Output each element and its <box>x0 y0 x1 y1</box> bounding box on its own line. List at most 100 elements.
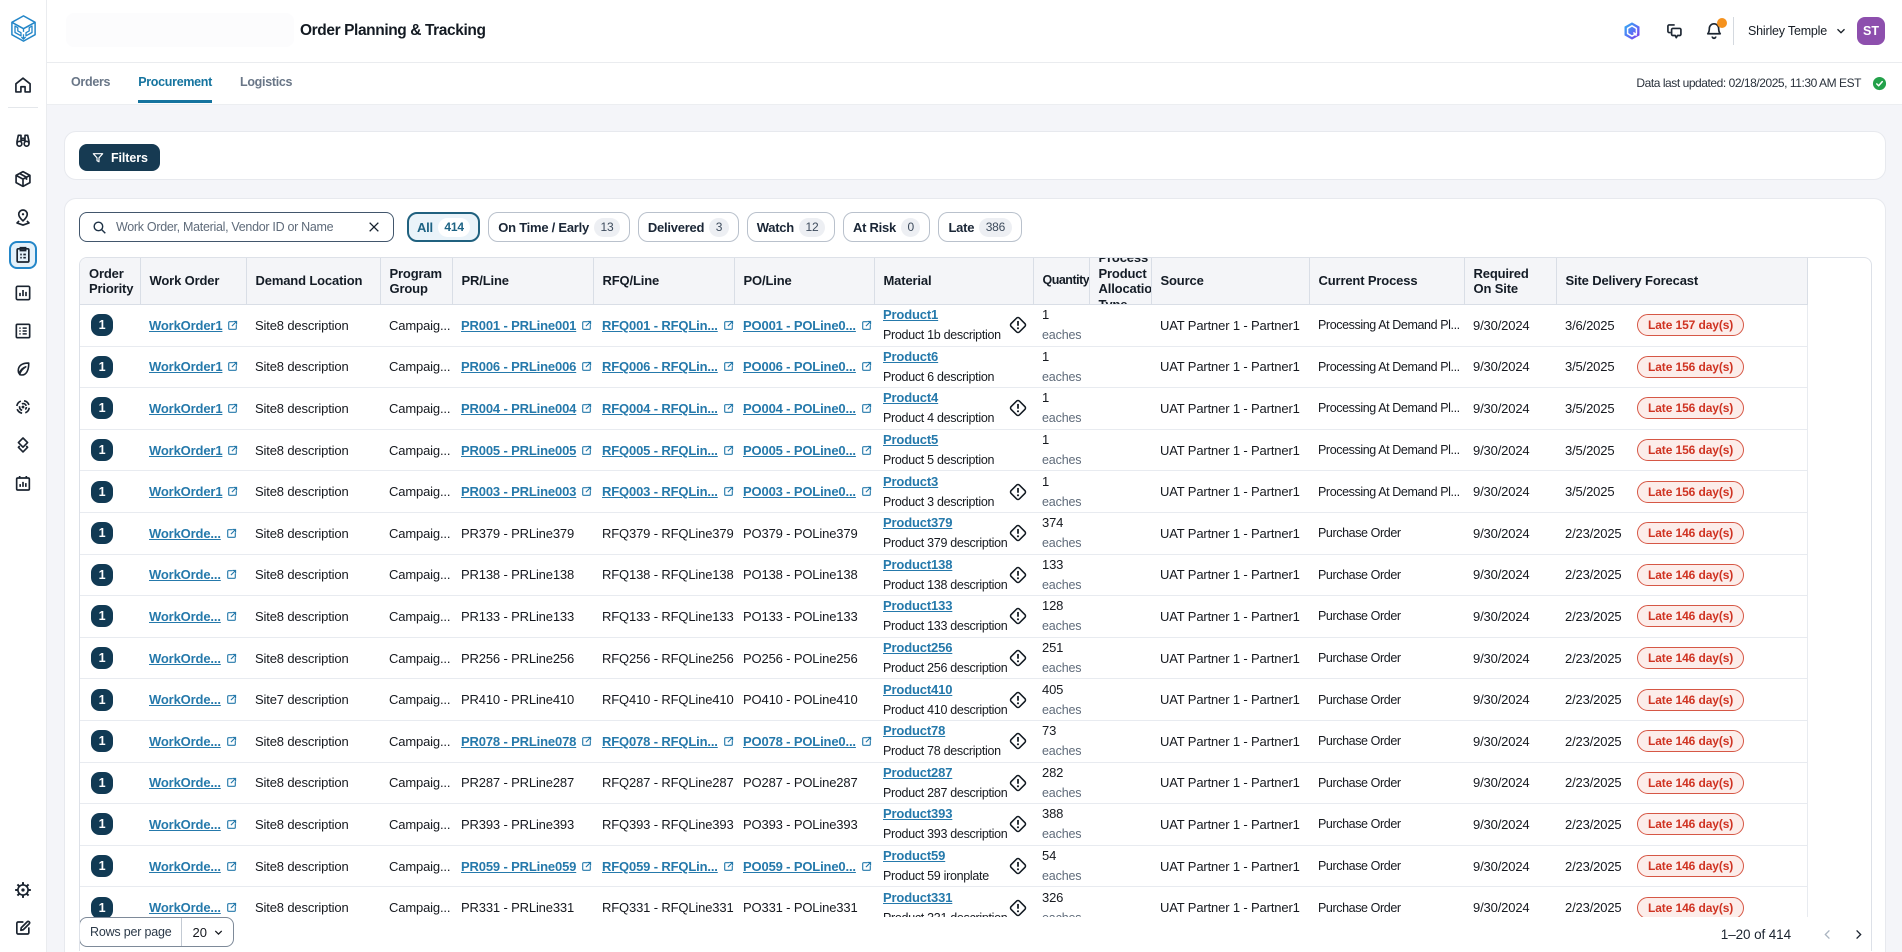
external-link-icon[interactable] <box>580 860 593 873</box>
external-link-icon[interactable] <box>225 527 238 540</box>
external-link-icon[interactable] <box>225 818 238 831</box>
alert-diamond-icon[interactable] <box>1007 689 1029 711</box>
material-link[interactable]: Product256 <box>883 640 952 655</box>
tab-logistics[interactable]: Logistics <box>240 63 292 103</box>
external-link-icon[interactable] <box>225 776 238 789</box>
pr-line-link[interactable]: PR059 - PRLine059 <box>461 859 576 874</box>
sidebar-item-analytics[interactable] <box>9 279 37 307</box>
po-line-link[interactable]: PO059 - POLine0... <box>743 859 856 874</box>
external-link-icon[interactable] <box>860 402 873 415</box>
external-link-icon[interactable] <box>580 319 593 332</box>
material-link[interactable]: Product5 <box>883 432 938 447</box>
external-link-icon[interactable] <box>722 485 734 498</box>
external-link-icon[interactable] <box>225 610 238 623</box>
po-line-link[interactable]: PO005 - POLine0... <box>743 443 856 458</box>
filter-chip-watch[interactable]: Watch12 <box>747 212 835 242</box>
sidebar-item-order-planning[interactable] <box>9 241 37 269</box>
external-link-icon[interactable] <box>225 860 238 873</box>
external-link-icon[interactable] <box>580 360 593 373</box>
external-link-icon[interactable] <box>722 319 734 332</box>
po-line-link[interactable]: PO004 - POLine0... <box>743 401 856 416</box>
bell-icon[interactable] <box>1704 21 1724 41</box>
sidebar-item-supply[interactable] <box>9 203 37 231</box>
material-link[interactable]: Product331 <box>883 890 952 905</box>
tab-procurement[interactable]: Procurement <box>138 63 212 103</box>
material-link[interactable]: Product133 <box>883 598 952 613</box>
alert-diamond-icon[interactable] <box>1007 897 1029 919</box>
sidebar-item-lists[interactable] <box>9 317 37 345</box>
work-order-link[interactable]: WorkOrde... <box>149 526 221 541</box>
external-link-icon[interactable] <box>860 735 873 748</box>
user-name[interactable]: Shirley Temple <box>1748 24 1827 38</box>
work-order-link[interactable]: WorkOrder1 <box>149 443 222 458</box>
filter-chip-late[interactable]: Late386 <box>938 212 1021 242</box>
external-link-icon[interactable] <box>860 319 873 332</box>
rfq-line-link[interactable]: RFQ003 - RFQLin... <box>602 484 718 499</box>
external-link-icon[interactable] <box>226 444 239 457</box>
previous-page-icon[interactable] <box>1821 928 1834 941</box>
external-link-icon[interactable] <box>860 485 873 498</box>
sidebar-item-inventory[interactable] <box>9 165 37 193</box>
external-link-icon[interactable] <box>722 360 734 373</box>
external-link-icon[interactable] <box>722 860 734 873</box>
external-link-icon[interactable] <box>580 485 593 498</box>
external-link-icon[interactable] <box>722 402 734 415</box>
alert-diamond-icon[interactable] <box>1007 564 1029 586</box>
alert-diamond-icon[interactable] <box>1007 481 1029 503</box>
alert-diamond-icon[interactable] <box>1007 813 1029 835</box>
rfq-line-link[interactable]: RFQ059 - RFQLin... <box>602 859 718 874</box>
alert-diamond-icon[interactable] <box>1007 730 1029 752</box>
pr-line-link[interactable]: PR004 - PRLine004 <box>461 401 576 416</box>
external-link-icon[interactable] <box>225 735 238 748</box>
filter-chip-on-time-early[interactable]: On Time / Early13 <box>488 212 630 242</box>
clear-search-icon[interactable] <box>366 219 382 235</box>
work-order-link[interactable]: WorkOrde... <box>149 651 221 666</box>
work-order-link[interactable]: WorkOrder1 <box>149 484 222 499</box>
sidebar-item-data[interactable] <box>9 469 37 497</box>
material-link[interactable]: Product4 <box>883 390 938 405</box>
avatar[interactable]: ST <box>1857 17 1885 45</box>
filter-chip-delivered[interactable]: Delivered3 <box>638 212 739 242</box>
external-link-icon[interactable] <box>226 360 239 373</box>
external-link-icon[interactable] <box>860 860 873 873</box>
external-link-icon[interactable] <box>225 901 238 914</box>
alert-diamond-icon[interactable] <box>1007 314 1029 336</box>
external-link-icon[interactable] <box>226 402 239 415</box>
material-link[interactable]: Product287 <box>883 765 952 780</box>
po-line-link[interactable]: PO001 - POLine0... <box>743 318 856 333</box>
app-logo-cube-icon[interactable] <box>9 14 38 43</box>
pr-line-link[interactable]: PR001 - PRLine001 <box>461 318 576 333</box>
work-order-link[interactable]: WorkOrde... <box>149 734 221 749</box>
external-link-icon[interactable] <box>860 444 873 457</box>
pr-line-link[interactable]: PR003 - PRLine003 <box>461 484 576 499</box>
alert-diamond-icon[interactable] <box>1007 647 1029 669</box>
filter-chip-at-risk[interactable]: At Risk0 <box>843 212 931 242</box>
external-link-icon[interactable] <box>722 735 734 748</box>
work-order-link[interactable]: WorkOrder1 <box>149 359 222 374</box>
next-page-icon[interactable] <box>1852 928 1865 941</box>
chevron-down-icon[interactable] <box>1835 25 1847 37</box>
pr-line-link[interactable]: PR006 - PRLine006 <box>461 359 576 374</box>
alert-diamond-icon[interactable] <box>1007 855 1029 877</box>
po-line-link[interactable]: PO003 - POLine0... <box>743 484 856 499</box>
po-line-link[interactable]: PO078 - POLine0... <box>743 734 856 749</box>
pr-line-link[interactable]: PR078 - PRLine078 <box>461 734 576 749</box>
sidebar-item-home[interactable] <box>9 71 37 99</box>
rfq-line-link[interactable]: RFQ078 - RFQLin... <box>602 734 718 749</box>
external-link-icon[interactable] <box>580 735 593 748</box>
rfq-line-link[interactable]: RFQ005 - RFQLin... <box>602 443 718 458</box>
sidebar-item-settings[interactable] <box>9 876 37 904</box>
external-link-icon[interactable] <box>722 444 734 457</box>
rfq-line-link[interactable]: RFQ001 - RFQLin... <box>602 318 718 333</box>
alert-diamond-icon[interactable] <box>1007 522 1029 544</box>
sidebar-item-sustainability[interactable] <box>9 355 37 383</box>
material-link[interactable]: Product379 <box>883 515 952 530</box>
sidebar-item-demand[interactable] <box>9 393 37 421</box>
work-order-link[interactable]: WorkOrder1 <box>149 318 222 333</box>
amazon-q-icon[interactable] <box>1622 21 1642 41</box>
material-link[interactable]: Product59 <box>883 848 945 863</box>
sidebar-item-insights[interactable] <box>9 127 37 155</box>
external-link-icon[interactable] <box>226 485 239 498</box>
chat-icon[interactable] <box>1664 21 1684 41</box>
rfq-line-link[interactable]: RFQ006 - RFQLin... <box>602 359 718 374</box>
